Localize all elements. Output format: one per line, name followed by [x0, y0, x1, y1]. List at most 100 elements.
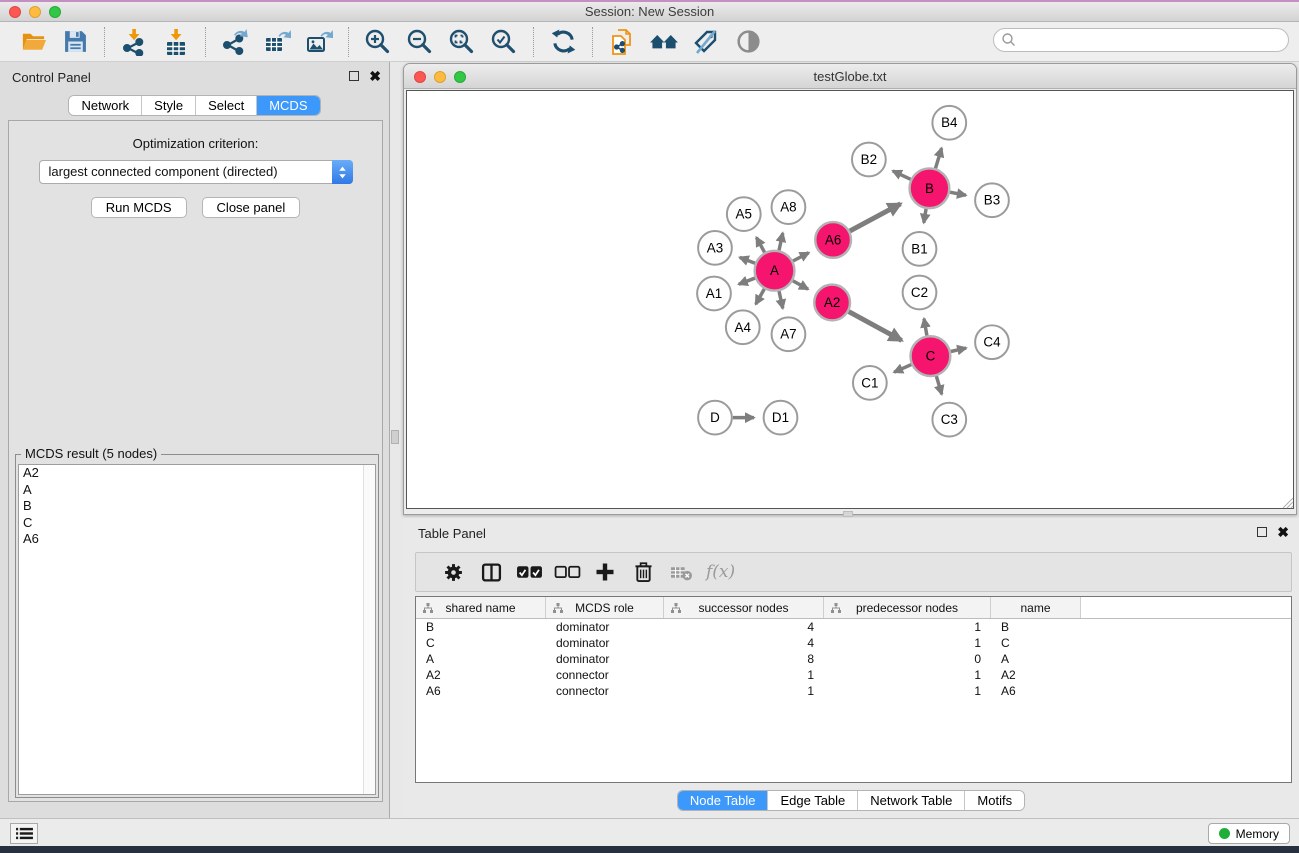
edge-A-A3[interactable]	[740, 257, 755, 263]
edge-A-A8[interactable]	[779, 233, 783, 250]
table-cell[interactable]: 8	[664, 651, 824, 667]
tab-network[interactable]: Network	[69, 96, 142, 115]
edge-C-C1[interactable]	[894, 365, 911, 373]
close-panel-icon[interactable]: ✖	[1277, 527, 1289, 537]
close-window-button[interactable]	[9, 6, 21, 18]
edge-A-A4[interactable]	[756, 289, 765, 304]
table-cell[interactable]: dominator	[546, 635, 664, 651]
tab-style[interactable]: Style	[142, 96, 196, 115]
maximize-window-button[interactable]	[49, 6, 61, 18]
memory-button[interactable]: Memory	[1208, 823, 1290, 844]
edge-A-A1[interactable]	[739, 278, 755, 284]
table-row[interactable]: Bdominator41B	[416, 619, 1291, 635]
show-hide-button[interactable]	[730, 25, 766, 59]
edge-A-A6[interactable]	[793, 253, 809, 261]
table-cell[interactable]: A6	[416, 683, 546, 699]
table-cell[interactable]: A	[416, 651, 546, 667]
table-row[interactable]: A2connector11A2	[416, 667, 1291, 683]
tab-edge-table[interactable]: Edge Table	[768, 791, 858, 810]
table-cell[interactable]: A2	[991, 667, 1081, 683]
criterion-dropdown[interactable]: largest connected component (directed)	[39, 160, 353, 184]
table-row[interactable]: Adominator80A	[416, 651, 1291, 667]
close-network-button[interactable]	[414, 71, 426, 83]
delete-column-button[interactable]	[624, 555, 662, 589]
zoom-selected-button[interactable]	[486, 25, 522, 59]
search-input[interactable]	[993, 28, 1289, 52]
export-table-button[interactable]	[259, 25, 295, 59]
edge-A2-C[interactable]	[849, 312, 902, 341]
deselect-all-button[interactable]	[548, 555, 586, 589]
table-cell[interactable]: C	[416, 635, 546, 651]
float-panel-icon[interactable]	[349, 71, 359, 81]
table-row[interactable]: A6connector11A6	[416, 683, 1291, 699]
table-cell[interactable]: 0	[824, 651, 991, 667]
run-mcds-button[interactable]: Run MCDS	[91, 197, 187, 218]
float-panel-icon[interactable]	[1257, 527, 1267, 537]
table-cell[interactable]: C	[991, 635, 1081, 651]
table-cell[interactable]: connector	[546, 667, 664, 683]
table-cell[interactable]: B	[416, 619, 546, 635]
mcds-result-item[interactable]: C	[19, 515, 375, 532]
edge-A6-B[interactable]	[850, 204, 901, 231]
zoom-fit-button[interactable]	[444, 25, 480, 59]
tab-select[interactable]: Select	[196, 96, 257, 115]
tab-network-table[interactable]: Network Table	[858, 791, 965, 810]
table-cell[interactable]: 1	[664, 683, 824, 699]
column-header-predecessor-nodes[interactable]: predecessor nodes	[824, 597, 991, 618]
edge-C-C3[interactable]	[936, 376, 941, 394]
edge-B-B3[interactable]	[950, 192, 966, 195]
table-cell[interactable]: 4	[664, 619, 824, 635]
zoom-out-button[interactable]	[402, 25, 438, 59]
show-columns-button[interactable]	[472, 555, 510, 589]
tab-node-table[interactable]: Node Table	[678, 791, 769, 810]
network-window-titlebar[interactable]: testGlobe.txt	[404, 64, 1296, 89]
column-header-name[interactable]: name	[991, 597, 1081, 618]
table-cell[interactable]: 1	[824, 683, 991, 699]
mcds-result-item[interactable]: A2	[19, 465, 375, 482]
table-cell[interactable]: A2	[416, 667, 546, 683]
column-header-mcds-role[interactable]: MCDS role	[546, 597, 664, 618]
mcds-result-item[interactable]: A	[19, 482, 375, 499]
table-cell[interactable]: dominator	[546, 619, 664, 635]
table-cell[interactable]: 1	[824, 667, 991, 683]
close-panel-icon[interactable]: ✖	[369, 71, 381, 81]
table-cell[interactable]: A6	[991, 683, 1081, 699]
table-cell[interactable]: 4	[664, 635, 824, 651]
mcds-result-item[interactable]: A6	[19, 531, 375, 548]
home-networks-button[interactable]	[646, 25, 682, 59]
select-all-button[interactable]	[510, 555, 548, 589]
table-cell[interactable]: 1	[664, 667, 824, 683]
edge-C-C4[interactable]	[951, 348, 966, 351]
table-cell[interactable]: 1	[824, 635, 991, 651]
maximize-network-button[interactable]	[454, 71, 466, 83]
function-builder-button[interactable]: f(x)	[706, 562, 735, 582]
network-canvas[interactable]: B4B2BB3B1A5A8A6A3AA1A2A4A7C2CC4C1C3DD1	[406, 90, 1294, 509]
mcds-result-item[interactable]: B	[19, 498, 375, 515]
export-network-button[interactable]	[217, 25, 253, 59]
edge-A-A7[interactable]	[779, 291, 783, 308]
network-document-button[interactable]	[604, 25, 640, 59]
edge-C-C2[interactable]	[924, 319, 927, 336]
delete-table-button[interactable]	[662, 555, 700, 589]
minimize-window-button[interactable]	[29, 6, 41, 18]
table-settings-button[interactable]	[434, 555, 472, 589]
minimize-network-button[interactable]	[434, 71, 446, 83]
column-header-successor-nodes[interactable]: successor nodes	[664, 597, 824, 618]
edge-B-B2[interactable]	[893, 171, 911, 179]
import-network-button[interactable]	[116, 25, 152, 59]
splitpane-handle[interactable]	[843, 511, 853, 517]
table-cell[interactable]: dominator	[546, 651, 664, 667]
hide-labels-button[interactable]	[688, 25, 724, 59]
resize-grip-icon[interactable]	[1280, 495, 1294, 509]
table-cell[interactable]: B	[991, 619, 1081, 635]
table-cell[interactable]: A	[991, 651, 1081, 667]
close-panel-button[interactable]: Close panel	[202, 197, 301, 218]
open-session-button[interactable]	[15, 25, 51, 59]
table-row[interactable]: Cdominator41C	[416, 635, 1291, 651]
task-history-button[interactable]	[10, 823, 38, 844]
edge-B-B1[interactable]	[924, 209, 926, 223]
create-column-button[interactable]	[586, 555, 624, 589]
zoom-in-button[interactable]	[360, 25, 396, 59]
splitpane-handle[interactable]	[391, 430, 399, 444]
column-header-shared-name[interactable]: shared name	[416, 597, 546, 618]
